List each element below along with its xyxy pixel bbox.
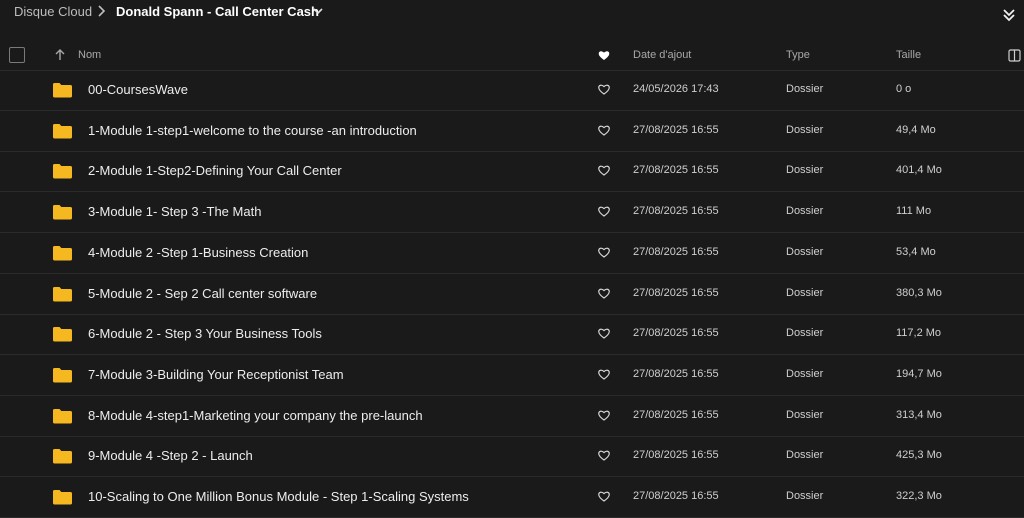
heart-outline-icon[interactable] bbox=[598, 125, 610, 136]
row-date: 27/08/2025 16:55 bbox=[633, 408, 719, 421]
select-all-checkbox[interactable] bbox=[9, 47, 25, 63]
row-date: 27/08/2025 16:55 bbox=[633, 123, 719, 136]
heart-outline-icon[interactable] bbox=[598, 328, 610, 339]
row-type: Dossier bbox=[786, 490, 824, 502]
heart-filled-icon[interactable] bbox=[598, 50, 610, 61]
row-date: 27/08/2025 16:55 bbox=[633, 164, 719, 177]
row-size: 322,3 Mo bbox=[896, 490, 942, 502]
row-type: Dossier bbox=[786, 408, 824, 421]
row-type: Dossier bbox=[786, 164, 824, 177]
chevron-down-icon[interactable] bbox=[312, 5, 324, 17]
table-row[interactable]: 8-Module 4-step1-Marketing your company … bbox=[0, 396, 1024, 437]
heart-outline-icon[interactable] bbox=[598, 247, 610, 258]
table-row[interactable]: 7-Module 3-Building Your Receptionist Te… bbox=[0, 355, 1024, 396]
row-type: Dossier bbox=[786, 327, 824, 340]
heart-outline-icon[interactable] bbox=[598, 206, 610, 217]
table-row[interactable]: 3-Module 1- Step 3 -The Math 27/08/2025 1… bbox=[0, 192, 1024, 234]
row-size: 425,3 Mo bbox=[896, 449, 942, 462]
row-size: 53,4 Mo bbox=[896, 245, 936, 258]
column-header-name[interactable]: Nom bbox=[78, 49, 101, 61]
table-row[interactable]: 6-Module 2 - Step 3 Your Business Tools 2… bbox=[0, 314, 1024, 356]
folder-icon bbox=[53, 123, 72, 139]
row-name[interactable]: 2-Module 1-Step2-Defining Your Call Cent… bbox=[88, 163, 342, 178]
row-name[interactable]: 9-Module 4 -Step 2 - Launch bbox=[88, 448, 253, 463]
row-type: Dossier bbox=[786, 245, 824, 258]
table-row[interactable]: 1-Module 1-step1-welcome to the course -… bbox=[0, 111, 1024, 152]
row-date: 27/08/2025 16:55 bbox=[633, 449, 719, 462]
table-row[interactable]: 5-Module 2 - Sep 2 Call center software 2… bbox=[0, 274, 1024, 315]
folder-icon bbox=[53, 205, 72, 220]
row-date: 27/08/2025 16:55 bbox=[633, 245, 719, 258]
row-size: 111 Mo bbox=[896, 205, 932, 218]
row-size: 49,4 Mo bbox=[896, 123, 936, 136]
sort-ascending-icon[interactable] bbox=[54, 48, 66, 62]
heart-outline-icon[interactable] bbox=[598, 288, 610, 299]
collapse-double-chevron-icon[interactable] bbox=[1000, 6, 1018, 24]
folder-icon bbox=[53, 449, 72, 464]
table-row[interactable]: 10-Scaling to One Million Bonus Module -… bbox=[0, 477, 1024, 518]
row-size: 194,7 Mo bbox=[896, 367, 942, 380]
row-name[interactable]: 1-Module 1-step1-welcome to the course -… bbox=[88, 123, 417, 138]
row-type: Dossier bbox=[786, 83, 824, 95]
breadcrumb-root[interactable]: Disque Cloud bbox=[14, 4, 92, 19]
column-header-date[interactable]: Date d'ajout bbox=[633, 49, 691, 61]
row-name[interactable]: 10-Scaling to One Million Bonus Module -… bbox=[88, 489, 469, 504]
folder-icon bbox=[53, 164, 72, 179]
heart-outline-icon[interactable] bbox=[598, 491, 610, 502]
row-size: 401,4 Mo bbox=[896, 164, 942, 177]
folder-icon bbox=[53, 408, 72, 424]
row-name[interactable]: 5-Module 2 - Sep 2 Call center software bbox=[88, 286, 317, 301]
folder-icon bbox=[53, 367, 72, 383]
folder-icon bbox=[53, 286, 72, 301]
row-name[interactable]: 8-Module 4-step1-Marketing your company … bbox=[88, 408, 423, 423]
row-size: 0 o bbox=[896, 83, 912, 95]
row-size: 117,2 Mo bbox=[896, 327, 942, 340]
heart-outline-icon[interactable] bbox=[598, 369, 610, 380]
heart-outline-icon[interactable] bbox=[598, 84, 610, 95]
table-row[interactable]: 4-Module 2 -Step 1-Business Creation 27/0… bbox=[0, 233, 1024, 274]
columns-layout-icon[interactable] bbox=[1008, 49, 1021, 62]
table-row[interactable]: 9-Module 4 -Step 2 - Launch 27/08/2025 16… bbox=[0, 436, 1024, 478]
row-date: 27/08/2025 16:55 bbox=[633, 286, 719, 299]
row-name[interactable]: 7-Module 3-Building Your Receptionist Te… bbox=[88, 367, 344, 382]
row-name[interactable]: 00-CoursesWave bbox=[88, 82, 188, 97]
row-date: 27/08/2025 16:55 bbox=[633, 205, 719, 218]
row-date: 27/08/2025 16:55 bbox=[633, 367, 719, 380]
breadcrumb-current[interactable]: Donald Spann - Call Center Cash bbox=[116, 4, 319, 19]
heart-outline-icon[interactable] bbox=[598, 410, 610, 421]
folder-icon bbox=[53, 327, 72, 342]
row-name[interactable]: 3-Module 1- Step 3 -The Math bbox=[88, 204, 261, 219]
folder-icon bbox=[53, 83, 72, 98]
row-date: 24/05/2026 17:43 bbox=[633, 83, 719, 95]
table-header: Nom Date d'ajout Type Taille bbox=[0, 42, 1024, 71]
table-row[interactable]: 00-CoursesWave 24/05/2026 17:43 Dossier 0 o bbox=[0, 70, 1024, 111]
top-bar: Disque Cloud Donald Spann - Call Center … bbox=[0, 0, 1024, 26]
row-size: 380,3 Mo bbox=[896, 286, 942, 299]
row-name[interactable]: 6-Module 2 - Step 3 Your Business Tools bbox=[88, 326, 322, 341]
heart-outline-icon[interactable] bbox=[598, 450, 610, 462]
table-row[interactable]: 2-Module 1-Step2-Defining Your Call Cent… bbox=[0, 151, 1024, 193]
folder-icon bbox=[53, 245, 72, 261]
row-type: Dossier bbox=[786, 449, 824, 462]
row-type: Dossier bbox=[786, 367, 824, 380]
row-type: Dossier bbox=[786, 286, 824, 299]
column-header-size[interactable]: Taille bbox=[896, 49, 921, 61]
row-name[interactable]: 4-Module 2 -Step 1-Business Creation bbox=[88, 245, 308, 260]
folder-icon bbox=[53, 490, 72, 505]
heart-outline-icon[interactable] bbox=[598, 165, 610, 177]
row-date: 27/08/2025 16:55 bbox=[633, 490, 719, 502]
row-size: 313,4 Mo bbox=[896, 408, 942, 421]
row-type: Dossier bbox=[786, 123, 824, 136]
row-date: 27/08/2025 16:55 bbox=[633, 327, 719, 340]
row-type: Dossier bbox=[786, 205, 824, 218]
column-header-type[interactable]: Type bbox=[786, 49, 810, 61]
chevron-right-icon bbox=[98, 5, 106, 17]
